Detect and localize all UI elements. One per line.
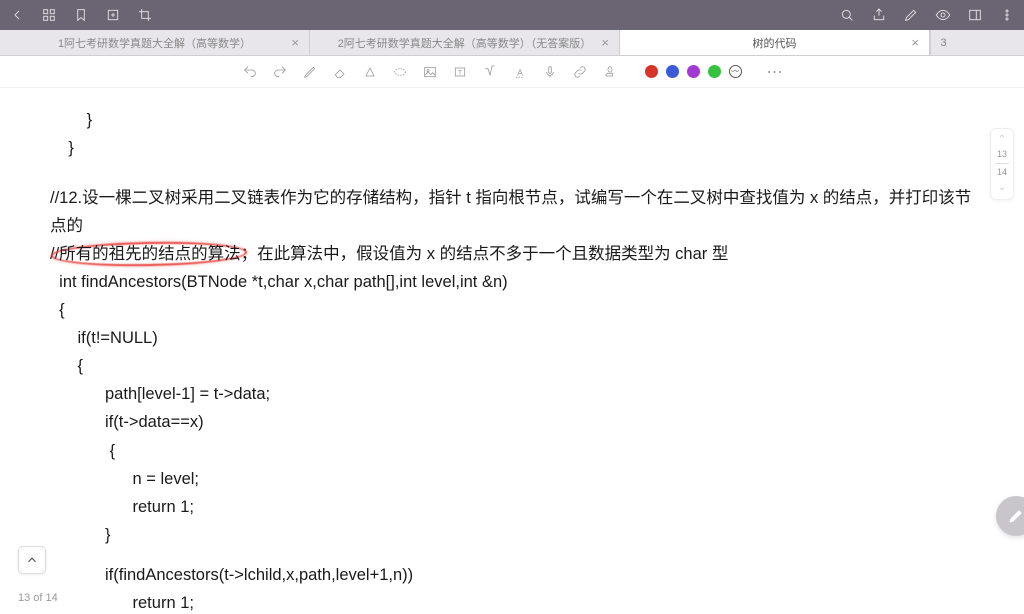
add-page-icon[interactable] <box>104 6 122 24</box>
text-icon[interactable]: T <box>449 61 471 83</box>
scroll-top-button[interactable] <box>18 546 46 574</box>
code-line: { <box>50 296 984 324</box>
svg-text:T: T <box>457 69 461 76</box>
toolbar: T A 〰 ⋯ <box>0 56 1024 88</box>
tab-3[interactable]: 树的代码 × <box>620 30 930 55</box>
code-line: return 1; <box>50 493 984 521</box>
color-red[interactable] <box>645 65 658 78</box>
grid-icon[interactable] <box>40 6 58 24</box>
color-green[interactable] <box>708 65 721 78</box>
tab-label: 1阿七考研数学真题大全解（高等数学） <box>58 35 251 51</box>
highlighter-icon[interactable] <box>359 61 381 83</box>
tab-close-icon[interactable]: × <box>911 35 919 50</box>
code-line: } <box>50 521 984 549</box>
page-nav: ⌃ 13 14 ⌄ <box>990 128 1014 200</box>
share-icon[interactable] <box>870 6 888 24</box>
eye-icon[interactable] <box>934 6 952 24</box>
code-line: path[level-1] = t->data; <box>50 380 984 408</box>
code-line: } <box>50 134 984 162</box>
pencil-tool-icon[interactable] <box>299 61 321 83</box>
code-line: if(t!=NULL) <box>50 324 984 352</box>
page-up-icon[interactable]: ⌃ <box>996 133 1008 147</box>
mic-icon[interactable] <box>539 61 561 83</box>
back-icon[interactable] <box>8 6 26 24</box>
stamp-icon[interactable] <box>599 61 621 83</box>
tab-label: 2阿七考研数学真题大全解（高等数学）（无答案版） <box>338 35 592 51</box>
eraser-tool-icon[interactable] <box>329 61 351 83</box>
code-line: n = level; <box>50 465 984 493</box>
more-icon[interactable] <box>998 6 1016 24</box>
code-line: if(findAncestors(t->lchild,x,path,level+… <box>50 561 984 589</box>
handwritten-circle-annotation: 所有的祖先的结点的算法 <box>59 245 241 263</box>
tab-close-icon[interactable]: × <box>601 35 609 50</box>
code-line: } <box>50 106 984 134</box>
page-info: 13 of 14 <box>18 592 58 604</box>
tab-label: 树的代码 <box>753 35 797 51</box>
page-down-icon[interactable]: ⌄ <box>996 181 1008 195</box>
tab-counter[interactable]: 3 <box>930 30 956 55</box>
format-icon[interactable]: A <box>509 61 531 83</box>
code-comment: //12.设一棵二叉树采用二叉链表作为它的存储结构，指针 t 指向根节点，试编写… <box>50 184 984 240</box>
tab-close-icon[interactable]: × <box>291 35 299 50</box>
page-total: 14 <box>997 165 1007 180</box>
page-current: 13 <box>997 147 1007 162</box>
math-icon[interactable] <box>479 61 501 83</box>
link-icon[interactable] <box>569 61 591 83</box>
document-content[interactable]: ⌃ 13 14 ⌄ } } //12.设一棵二叉树采用二叉链表作为它的存储结构，… <box>0 88 1024 614</box>
titlebar <box>0 0 1024 30</box>
code-line: if(t->data==x) <box>50 408 984 436</box>
lasso-icon[interactable] <box>389 61 411 83</box>
bookmark-icon[interactable] <box>72 6 90 24</box>
color-pattern[interactable]: 〰 <box>729 65 742 78</box>
color-blue[interactable] <box>666 65 679 78</box>
redo-icon[interactable] <box>269 61 291 83</box>
toolbar-more-icon[interactable]: ⋯ <box>764 61 786 83</box>
tab-2[interactable]: 2阿七考研数学真题大全解（高等数学）（无答案版） × <box>310 30 620 55</box>
undo-icon[interactable] <box>239 61 261 83</box>
code-line: { <box>50 437 984 465</box>
search-icon[interactable] <box>838 6 856 24</box>
pen-icon[interactable] <box>902 6 920 24</box>
code-line: { <box>50 352 984 380</box>
code-line: int findAncestors(BTNode *t,char x,char … <box>50 268 984 296</box>
crop-icon[interactable] <box>136 6 154 24</box>
image-icon[interactable] <box>419 61 441 83</box>
color-purple[interactable] <box>687 65 700 78</box>
svg-text:A: A <box>517 67 523 77</box>
code-line: return 1; <box>50 589 984 614</box>
tab-1[interactable]: 1阿七考研数学真题大全解（高等数学） × <box>0 30 310 55</box>
tabbar: 1阿七考研数学真题大全解（高等数学） × 2阿七考研数学真题大全解（高等数学）（… <box>0 30 1024 56</box>
code-comment: //所有的祖先的结点的算法；在此算法中，假设值为 x 的结点不多于一个且数据类型… <box>50 240 984 268</box>
sidebar-icon[interactable] <box>966 6 984 24</box>
